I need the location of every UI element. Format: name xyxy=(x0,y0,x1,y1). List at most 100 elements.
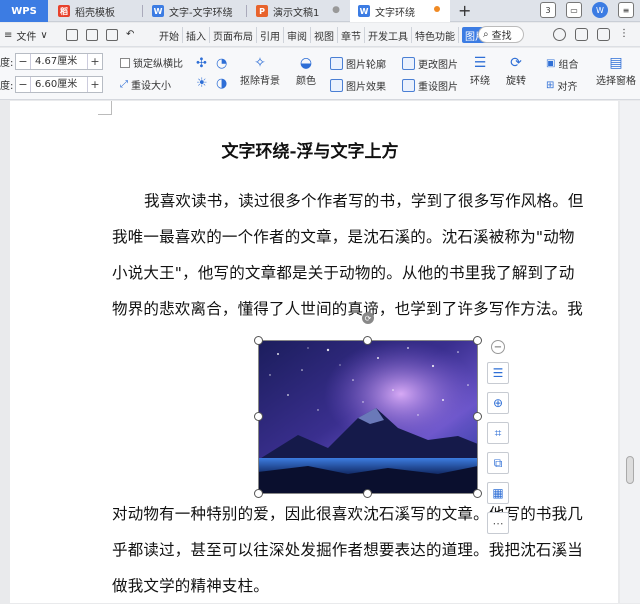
tab-features[interactable]: 特色功能 xyxy=(412,27,459,43)
width-input[interactable]: 6.60厘米 xyxy=(30,76,88,92)
increase-width-button[interactable]: + xyxy=(88,78,102,91)
group-button[interactable]: ▣ 组合 xyxy=(546,56,578,71)
print-icon[interactable] xyxy=(106,29,118,41)
search-box[interactable]: ⌕ 查找 xyxy=(478,26,524,43)
group-icon: ▣ xyxy=(546,58,556,69)
hamburger-icon: ≡ xyxy=(4,30,13,41)
save-icon[interactable] xyxy=(66,29,78,41)
change-picture-button[interactable]: 更改图片 xyxy=(402,56,458,71)
add-shape-icon[interactable]: ✣ xyxy=(196,56,207,71)
tab-daoke[interactable]: 稻 稻壳模板 xyxy=(50,0,142,22)
reset-picture-button[interactable]: 重设图片 xyxy=(402,78,458,93)
tab-start[interactable]: 开始 xyxy=(156,27,183,43)
writer-doc-icon: W xyxy=(152,5,164,17)
decrease-height-button[interactable]: − xyxy=(16,55,30,68)
rotate-icon: ⟳ xyxy=(510,55,522,71)
skin-icon[interactable]: ▭ xyxy=(566,2,582,18)
resize-handle-se[interactable] xyxy=(473,489,482,498)
vertical-scrollbar[interactable] xyxy=(620,101,640,603)
tab-label: 稻壳模板 xyxy=(75,7,115,19)
align-button[interactable]: ⊞ 对齐 xyxy=(546,78,577,93)
tab-doc-1[interactable]: W 文字-文字环绕 xyxy=(144,0,244,22)
more-options-icon[interactable]: ⋯ xyxy=(487,512,509,534)
file-menu[interactable]: ≡ 文件 ∨ xyxy=(4,28,48,43)
text-line: 对动物有一种特别的爱，因此很喜欢沈石溪写的文章。他写的书我几 xyxy=(112,505,584,523)
writer-doc-icon: W xyxy=(358,5,370,17)
resize-handle-e[interactable] xyxy=(473,412,482,421)
collapse-icon[interactable]: − xyxy=(491,340,505,354)
resize-handle-sw[interactable] xyxy=(254,489,263,498)
tab-page-layout[interactable]: 页面布局 xyxy=(210,27,257,43)
resize-handle-n[interactable] xyxy=(363,336,372,345)
tab-review[interactable]: 审阅 xyxy=(284,27,311,43)
contrast-icon[interactable]: ◑ xyxy=(216,76,227,91)
margin-corner-mark xyxy=(98,101,112,115)
group-label: 组合 xyxy=(558,60,579,71)
tab-chapter[interactable]: 章节 xyxy=(338,27,365,43)
scrollbar-thumb[interactable] xyxy=(626,456,634,484)
share-icon[interactable] xyxy=(597,28,610,41)
color-button[interactable]: ◒ 颜色 xyxy=(296,54,316,87)
rotate-handle-icon[interactable]: ⟳ xyxy=(362,312,374,324)
resize-handle-s[interactable] xyxy=(363,489,372,498)
collab-icon[interactable] xyxy=(575,28,588,41)
text-line: 做我文学的精神支柱。 xyxy=(112,577,270,595)
replace-image-icon[interactable]: ⧉ xyxy=(487,452,509,474)
wrap-button[interactable]: ☰ 环绕 xyxy=(470,54,490,87)
close-tab-icon[interactable]: ● xyxy=(332,5,340,15)
resize-handle-nw[interactable] xyxy=(254,336,263,345)
layout-options-icon[interactable]: ☰ xyxy=(487,362,509,384)
align-label: 对齐 xyxy=(557,82,578,93)
wps-home-tab[interactable]: WPS xyxy=(0,0,48,22)
shape-fill-icon[interactable]: ◔ xyxy=(216,56,227,71)
height-input[interactable]: 4.67厘米 xyxy=(30,53,88,69)
lock-ratio-checkbox[interactable]: 锁定纵横比 xyxy=(120,55,183,70)
paragraph-2: 对动物有一种特别的爱，因此很喜欢沈石溪写的文章。他写的书我几 乎都读过，甚至可以… xyxy=(112,496,606,604)
picture-outline-button[interactable]: 图片轮廓 xyxy=(330,56,386,71)
decrease-width-button[interactable]: − xyxy=(16,78,30,91)
tab-label: 文字-文字环绕 xyxy=(169,7,233,19)
checkbox-icon xyxy=(120,57,130,68)
reset-pic-label: 重设图片 xyxy=(418,82,458,93)
selection-pane-button[interactable]: ▤ 选择窗格 xyxy=(596,54,636,87)
export-pdf-icon[interactable] xyxy=(86,29,98,41)
window-count-icon[interactable]: 3 xyxy=(540,2,556,18)
ribbon-tabs: 开始 插入 页面布局 引用 审阅 视图 章节 开发工具 特色功能 图片工具 xyxy=(156,27,508,43)
outline-label: 图片轮廓 xyxy=(346,60,386,71)
picture-effects-button[interactable]: 图片效果 xyxy=(330,78,386,93)
menu-icon[interactable]: ≡ xyxy=(618,2,634,18)
chevron-down-icon: ∨ xyxy=(40,30,48,41)
floating-image[interactable] xyxy=(258,340,478,494)
tab-doc-active[interactable]: W 文字环绕 xyxy=(350,0,450,22)
remove-background-button[interactable]: ✧ 抠除背景 xyxy=(240,54,280,87)
menu-bar: ≡ 文件 ∨ ↶ 开始 插入 页面布局 引用 审阅 视图 章节 开发工具 特色功… xyxy=(0,23,640,47)
tab-references[interactable]: 引用 xyxy=(257,27,284,43)
image-quick-tools: − ☰ ⊕ ⌗ ⧉ ▦ ⋯ xyxy=(487,340,509,534)
text-line: 我喜欢读书，读过很多个作者写的书，学到了很多写作风格。但 xyxy=(144,192,584,210)
height-control: 度: − 4.67厘米 + xyxy=(0,52,103,70)
account-avatar-icon[interactable]: W xyxy=(592,2,608,18)
increase-height-button[interactable]: + xyxy=(88,55,102,68)
reset-size-button[interactable]: ⤢ 重设大小 xyxy=(120,77,171,92)
brightness-icon[interactable]: ☀ xyxy=(196,76,208,91)
tab-view[interactable]: 视图 xyxy=(311,27,338,43)
undo-icon[interactable]: ↶ xyxy=(126,29,138,41)
tab-insert[interactable]: 插入 xyxy=(183,27,210,43)
resize-handle-w[interactable] xyxy=(254,412,263,421)
zoom-icon[interactable]: ⊕ xyxy=(487,392,509,414)
file-label: 文件 xyxy=(16,32,37,43)
image-convert-icon[interactable]: ▦ xyxy=(487,482,509,504)
new-tab-button[interactable]: + xyxy=(458,1,471,20)
rotate-label: 旋转 xyxy=(506,76,526,87)
more-icon[interactable]: ⋮ xyxy=(619,28,632,41)
tab-presentation[interactable]: P 演示文稿1 ● xyxy=(248,0,348,22)
rotate-button[interactable]: ⟳ 旋转 xyxy=(506,54,526,87)
reset-size-label: 重设大小 xyxy=(131,81,171,92)
search-label: 查找 xyxy=(491,31,512,42)
tab-bar: WPS 稻 稻壳模板 W 文字-文字环绕 P 演示文稿1 ● W 文字环绕 + … xyxy=(0,0,640,22)
crop-icon[interactable]: ⌗ xyxy=(487,422,509,444)
tab-developer[interactable]: 开发工具 xyxy=(365,27,412,43)
align-icon: ⊞ xyxy=(546,80,555,91)
resize-handle-ne[interactable] xyxy=(473,336,482,345)
cloud-icon[interactable] xyxy=(553,28,566,41)
